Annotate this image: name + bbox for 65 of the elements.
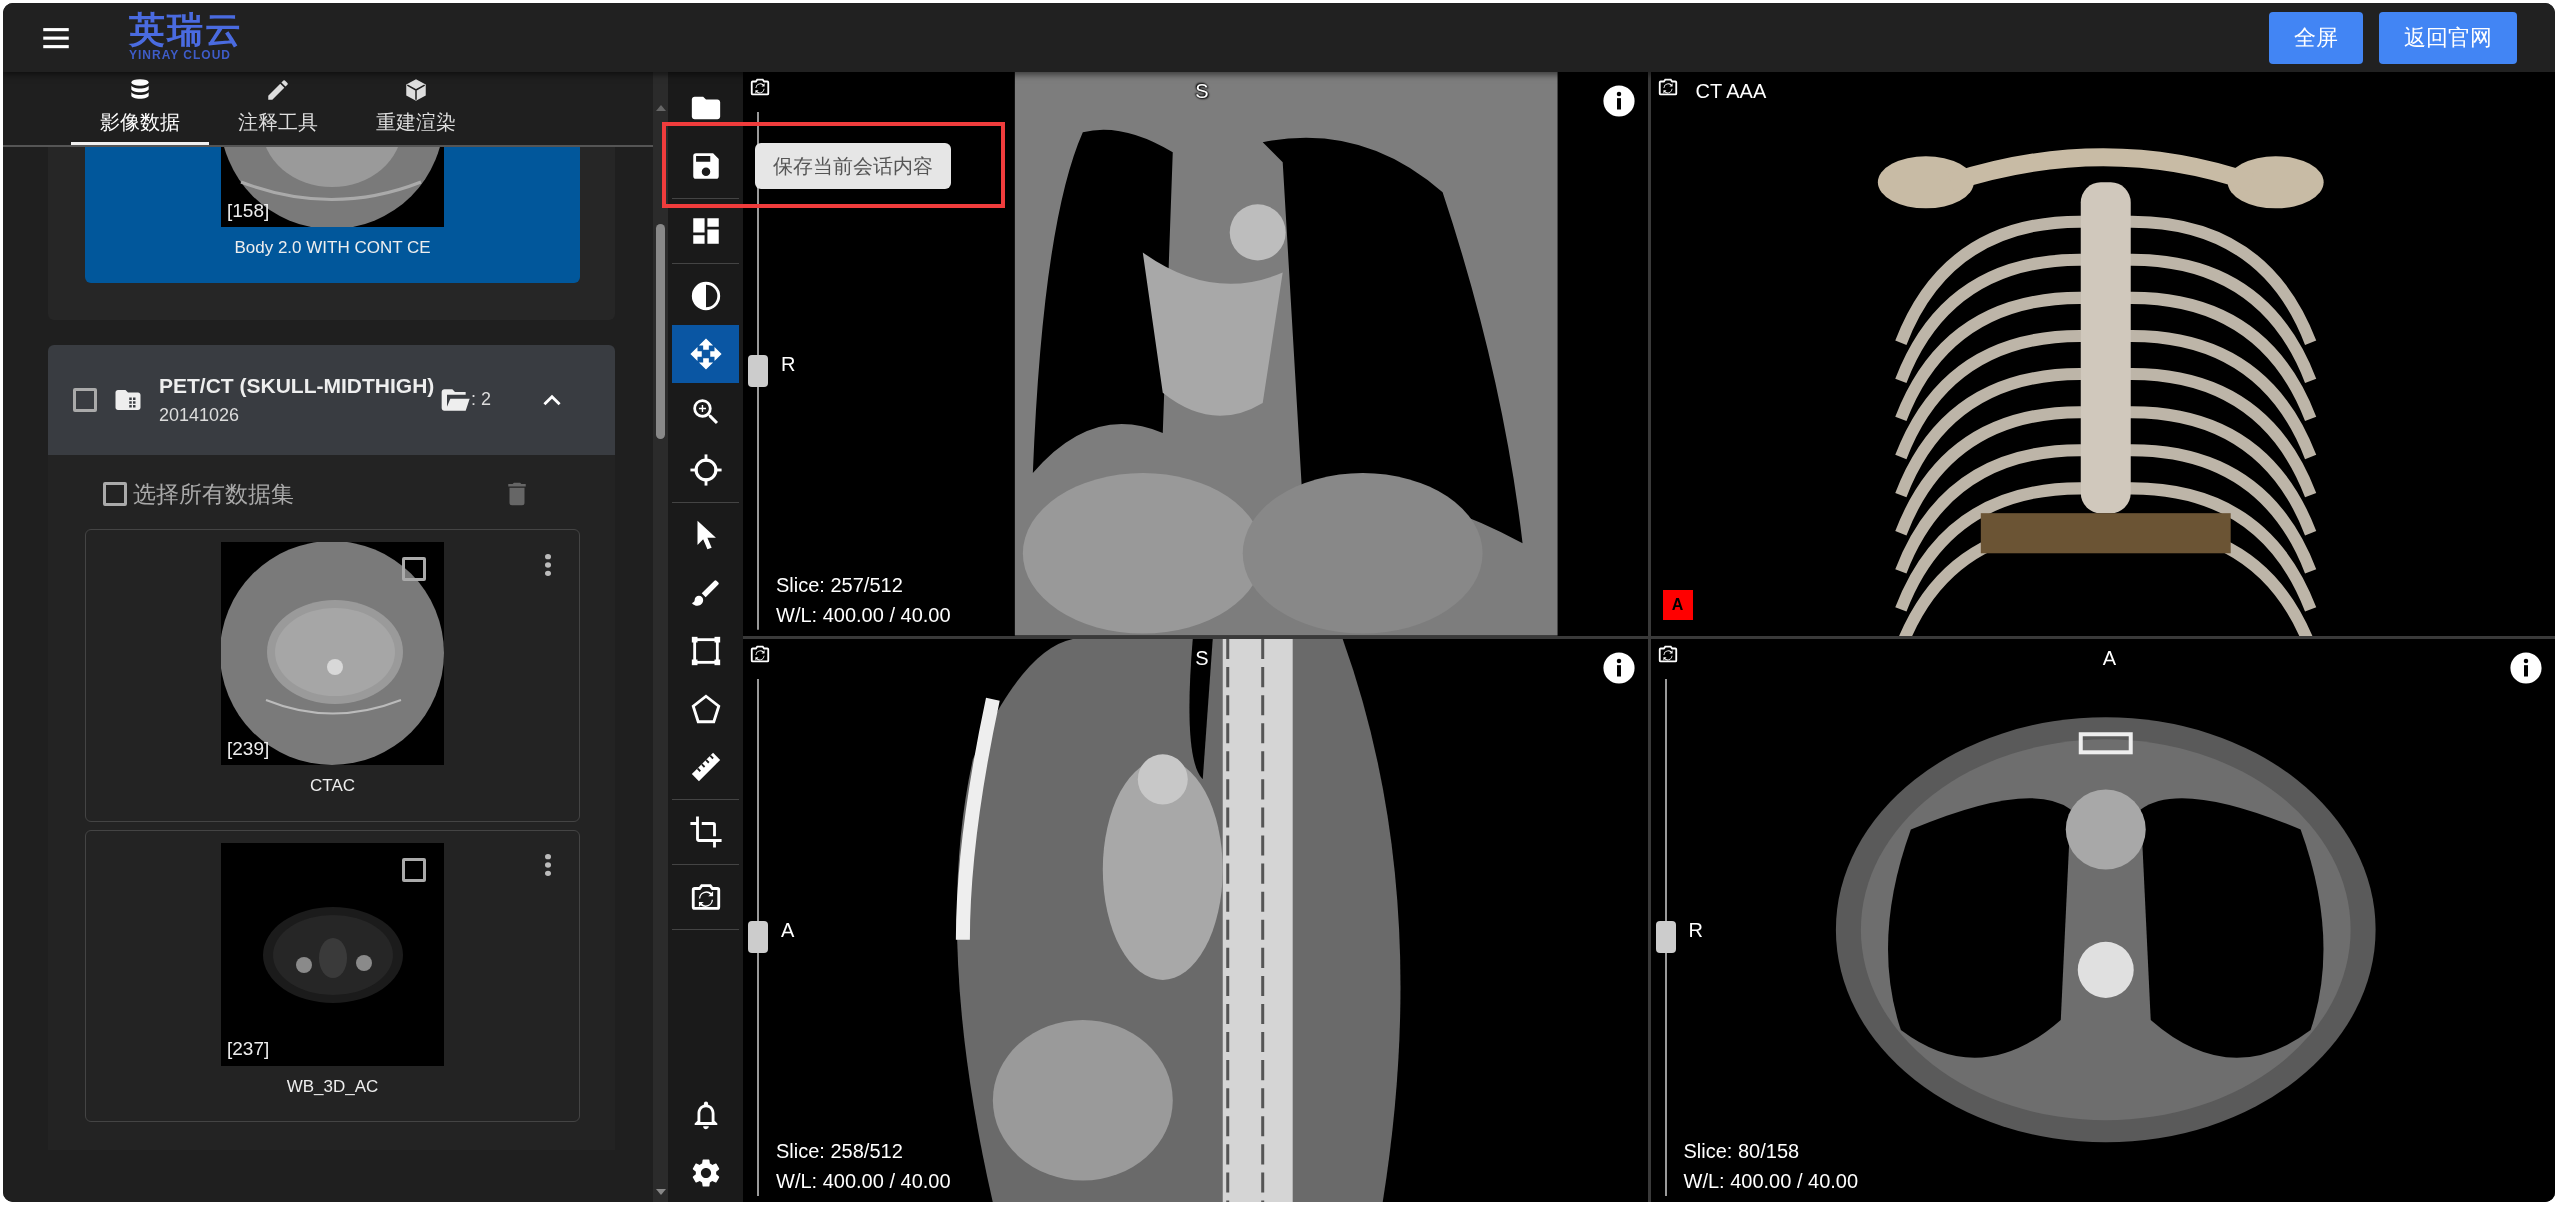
info-icon [2509,650,2543,685]
logo-text: 英瑞云 [129,12,243,49]
orientation-label: A [2102,645,2117,671]
series-card[interactable]: [237] WB_3D_AC [85,829,580,1122]
info-icon [1601,650,1636,685]
sidebar-tab[interactable]: 重建渲染 [347,72,485,145]
image-viewport[interactable]: A R Slice: 80/158 W/L: 400.00 / 40.00 [1650,638,2555,1202]
orientation-label: R [1688,918,1703,944]
camera-reset-icon [1656,76,1679,98]
checkbox[interactable] [73,387,97,412]
slice-info: Slice: 80/158 [1683,1139,1800,1164]
series-card[interactable]: [158] Body 2.0 WITH CONT CE [85,147,580,283]
scrollbar-thumb[interactable] [656,224,665,439]
window-level-info: W/L: 400.00 / 40.00 [776,602,951,628]
orientation-label: S [1195,79,1209,104]
slider-thumb[interactable] [748,354,768,387]
window-level-info: W/L: 400.00 / 40.00 [776,1169,951,1194]
tooltip: 保存当前会话内容 [755,143,951,189]
info-icon [1601,84,1636,118]
window-level-info: W/L: 400.00 / 40.00 [1683,1169,1859,1194]
logo-subtitle: YINRAY CLOUD [129,48,233,63]
more-button[interactable] [545,552,551,576]
pencil-icon [265,77,291,103]
scrollbar[interactable] [653,72,668,1202]
series-count: : 2 [471,388,491,411]
checkbox[interactable] [103,481,127,506]
select-all-label[interactable]: 选择所有数据集 [133,476,294,511]
image-count: [237] [227,1037,270,1061]
series-name: CTAC [310,775,355,797]
series-name: Body 2.0 WITH CONT CE [234,237,431,259]
info-button[interactable] [1601,650,1636,685]
more-icon [545,854,551,877]
viewport-title: CT AAA [1695,79,1767,104]
move-icon [688,337,723,371]
study-header[interactable]: PET/CT (SKULL-MIDTHIGH) 20141026 : 2 [48,344,615,455]
orientation-label: R [781,351,796,377]
series-name: WB_3D_AC [286,1075,379,1098]
camera-reset-icon [749,76,771,98]
checkbox[interactable] [402,857,426,882]
slice-info: Slice: 257/512 [776,572,903,598]
study-title: PET/CT (SKULL-MIDTHIGH) [159,373,435,400]
more-button[interactable] [545,852,551,877]
move-tool-button[interactable] [672,325,739,383]
image-viewport[interactable]: CT AAA A [1650,72,2555,636]
more-icon [545,553,551,576]
crosshair-icon [688,453,723,487]
image-count: [239] [227,736,270,761]
image-count: [158] [227,198,270,223]
header-button[interactable]: 返回官网 [2379,11,2517,64]
info-button[interactable] [2509,650,2543,685]
image-viewport[interactable]: S A Slice: 258/512 W/L: 400.00 / 40.00 [743,638,1648,1202]
orientation-marker: A [1662,589,1693,620]
slider-thumb[interactable] [748,921,768,954]
orientation-label: A [781,918,795,944]
cube-icon [403,77,429,103]
sidebar-tab[interactable]: 注释工具 [209,72,347,145]
study-date: 20141026 [159,403,241,427]
info-button[interactable] [1601,84,1636,118]
slice-info: Slice: 258/512 [776,1139,903,1164]
slider-thumb[interactable] [1655,921,1676,954]
series-card[interactable]: [239] CTAC [85,529,580,822]
header-button[interactable]: 全屏 [2269,11,2363,64]
checkbox[interactable] [402,557,426,581]
orientation-label: S [1195,645,1209,671]
crop-icon [688,815,723,849]
